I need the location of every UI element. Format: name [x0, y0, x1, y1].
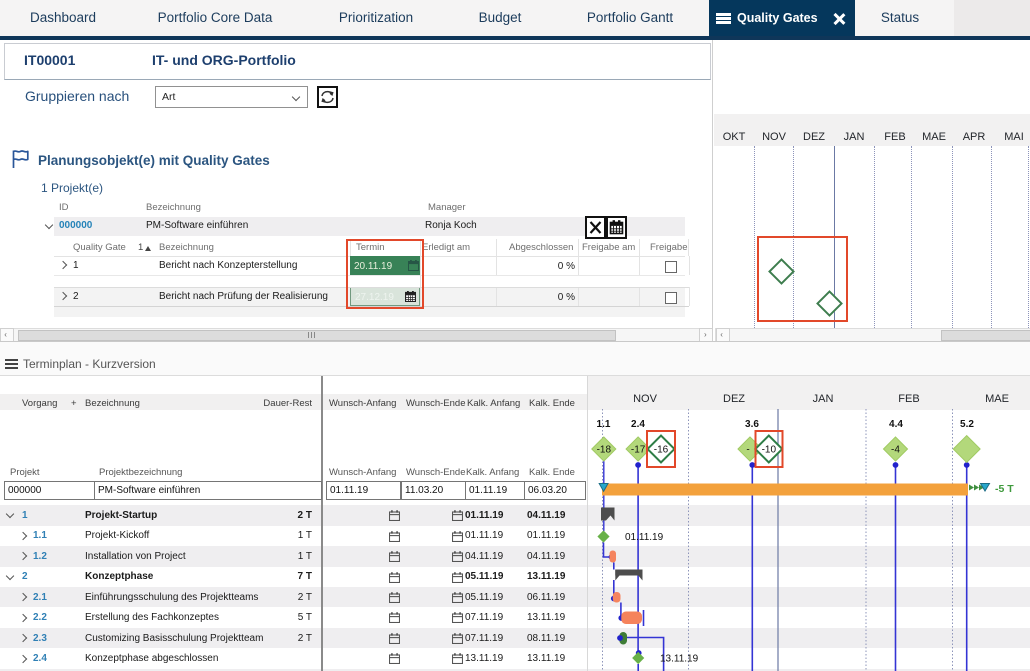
svg-text:01.11.19: 01.11.19	[625, 532, 664, 543]
svg-text:-17: -17	[631, 445, 646, 456]
svg-text:3.6: 3.6	[745, 419, 759, 430]
svg-text:1.1: 1.1	[597, 419, 611, 430]
svg-text:2.4: 2.4	[631, 419, 645, 430]
svg-text:-4: -4	[891, 445, 900, 456]
svg-text:-16: -16	[654, 445, 669, 456]
svg-text:-18: -18	[597, 445, 612, 456]
svg-text:5.2: 5.2	[960, 419, 974, 430]
svg-text:-: -	[746, 445, 749, 456]
svg-text:13.11.19: 13.11.19	[660, 654, 699, 665]
svg-text:-10: -10	[762, 445, 777, 456]
svg-text:-5 T: -5 T	[995, 483, 1014, 495]
svg-text:4.4: 4.4	[889, 419, 903, 430]
